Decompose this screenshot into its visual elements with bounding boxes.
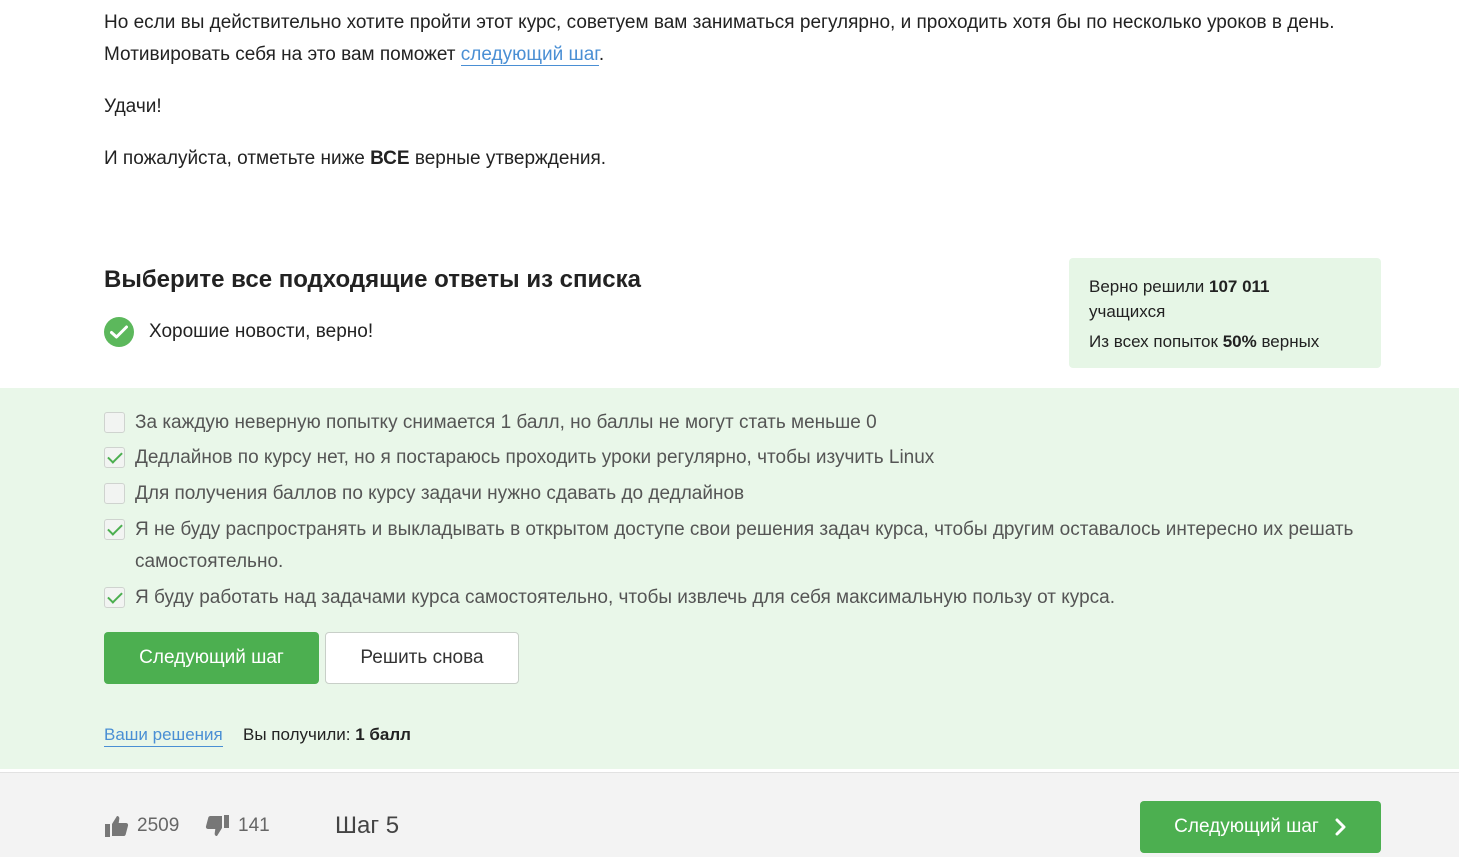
- chevron-right-icon: [1335, 818, 1346, 836]
- intro-text: Но если вы действительно хотите пройти э…: [104, 12, 1335, 65]
- instruction-paragraph: И пожалуйста, отметьте ниже ВСЕ верные у…: [104, 143, 606, 175]
- footer-next-label: Следующий шаг: [1174, 816, 1319, 837]
- quiz-title: Выберите все подходящие ответы из списка: [104, 266, 641, 293]
- solved-suffix: учащихся: [1089, 302, 1166, 321]
- attempts-stat: Из всех попыток 50% верных: [1089, 329, 1361, 354]
- footer-next-step-button[interactable]: Следующий шаг: [1140, 801, 1381, 853]
- intro-paragraph: Но если вы действительно хотите пройти э…: [104, 7, 1394, 71]
- option-label: Дедлайнов по курсу нет, но я постараюсь …: [135, 447, 935, 468]
- instruction-text: И пожалуйста, отметьте ниже: [104, 148, 371, 169]
- instruction-text-end: верные утверждения.: [409, 148, 607, 169]
- score: Вы получили: 1 балл: [243, 724, 411, 746]
- checkbox-check-icon[interactable]: [104, 447, 125, 468]
- option-3[interactable]: Для получения баллов по курсу задачи нуж…: [104, 478, 1384, 510]
- checkbox-check-icon[interactable]: [104, 519, 125, 540]
- result-text: Хорошие новости, верно!: [149, 321, 374, 342]
- solved-label: Верно решили: [1089, 277, 1209, 296]
- checkbox-check-icon[interactable]: [104, 587, 125, 608]
- option-2[interactable]: Дедлайнов по курсу нет, но я постараюсь …: [104, 442, 1384, 474]
- step-label: Шаг 5: [335, 812, 400, 839]
- like-count: 2509: [137, 815, 180, 836]
- attempts-pct: 50%: [1222, 332, 1257, 351]
- quiz-result: Хорошие новости, верно!: [104, 317, 373, 347]
- thumbs-down-icon: [205, 815, 229, 836]
- option-label: Для получения баллов по курсу задачи нуж…: [135, 483, 745, 504]
- option-label: Я буду работать над задачами курса самос…: [135, 587, 1115, 608]
- score-label: Вы получили:: [243, 725, 356, 744]
- checkbox-option-3[interactable]: [104, 483, 125, 504]
- dislike-button[interactable]: 141: [205, 814, 270, 838]
- thumbs-up-icon: [105, 816, 129, 837]
- solved-count: 107 011: [1209, 277, 1270, 296]
- dislike-count: 141: [238, 815, 270, 836]
- option-1[interactable]: За каждую неверную попытку снимается 1 б…: [104, 407, 1384, 439]
- score-value: 1 балл: [355, 725, 411, 744]
- like-button[interactable]: 2509: [104, 814, 179, 838]
- luck-paragraph: Удачи!: [104, 96, 162, 117]
- attempts-suffix: верных: [1256, 332, 1320, 351]
- checkbox-option-1[interactable]: [104, 412, 125, 433]
- next-step-button[interactable]: Следующий шаг: [104, 632, 319, 684]
- solved-stat: Верно решили 107 011 учащихся: [1089, 274, 1361, 324]
- option-label: За каждую неверную попытку снимается 1 б…: [135, 412, 877, 433]
- step-footer: 2509 141 Шаг 5 Следующий шаг: [0, 772, 1459, 857]
- attempts-label: Из всех попыток: [1089, 332, 1223, 351]
- next-step-link[interactable]: следующий шаг: [460, 44, 599, 66]
- stats-box: Верно решили 107 011 учащихся Из всех по…: [1069, 258, 1381, 368]
- intro-text-end: .: [598, 44, 605, 65]
- retry-button[interactable]: Решить снова: [325, 632, 519, 684]
- your-solutions-link[interactable]: Ваши решения: [104, 724, 223, 747]
- instruction-bold: ВСЕ: [370, 148, 410, 169]
- option-5[interactable]: Я буду работать над задачами курса самос…: [104, 582, 1384, 614]
- check-circle-icon: [104, 317, 134, 347]
- option-4[interactable]: Я не буду распространять и выкладывать в…: [104, 514, 1384, 578]
- option-label: Я не буду распространять и выкладывать в…: [135, 519, 1354, 572]
